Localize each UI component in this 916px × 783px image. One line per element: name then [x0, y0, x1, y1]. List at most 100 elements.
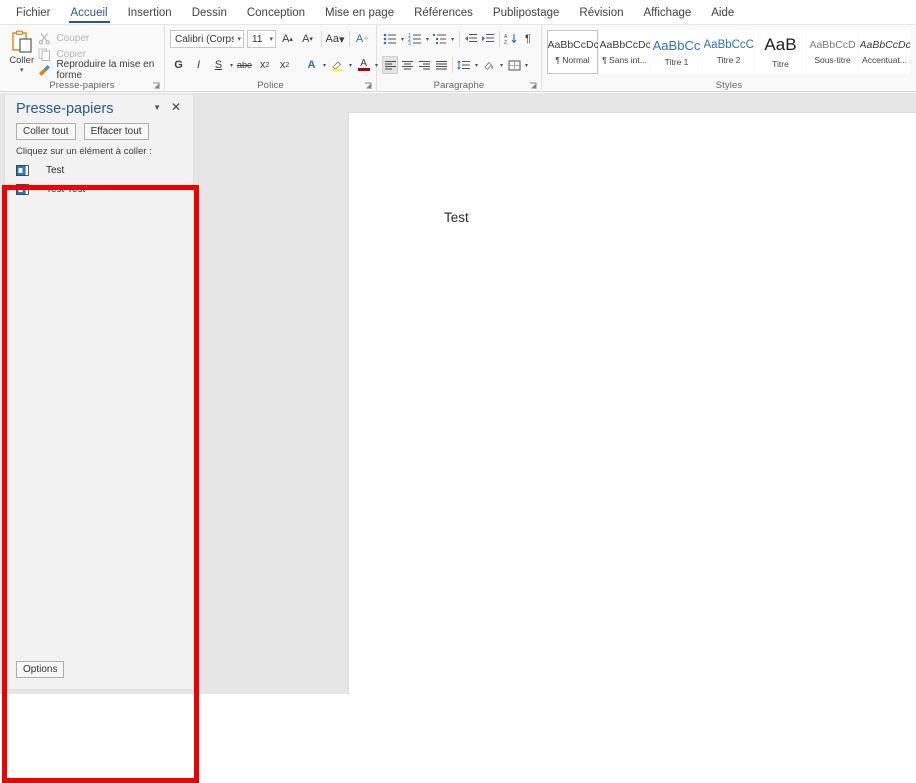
- clipboard-items-list: Test Test Test: [5, 161, 193, 199]
- italic-label: I: [196, 59, 201, 71]
- grow-font-label: A: [282, 33, 290, 45]
- align-right-button[interactable]: [416, 56, 432, 74]
- tab-revision[interactable]: Révision: [569, 4, 633, 24]
- font-name-combo[interactable]: Calibri (Corps) ▾: [170, 30, 244, 48]
- style-card-accentuation[interactable]: AaBbCcDc Accentuat...: [859, 30, 910, 74]
- clipboard-dialog-launcher-icon[interactable]: [152, 82, 161, 91]
- cut-button[interactable]: Couper: [38, 31, 159, 45]
- chevron-down-icon[interactable]: ▾: [20, 67, 24, 74]
- text-effects-button[interactable]: A: [303, 56, 320, 74]
- font-color-button[interactable]: A: [355, 56, 372, 74]
- formatting-marks-button[interactable]: ¶: [520, 30, 536, 48]
- tab-label: Conception: [246, 7, 306, 19]
- strikethrough-button[interactable]: abe: [236, 56, 253, 74]
- font-size-combo[interactable]: 11 ▾: [247, 30, 276, 48]
- tab-references[interactable]: Références: [404, 4, 483, 24]
- style-name: Sous-titre: [814, 55, 851, 65]
- paragraph-dialog-launcher-icon[interactable]: [529, 82, 538, 91]
- chevron-down-icon[interactable]: ▾: [523, 62, 530, 69]
- line-spacing-button[interactable]: [456, 56, 472, 74]
- style-name: Accentuat...: [862, 55, 907, 65]
- style-preview: AaBbCcC: [703, 39, 754, 51]
- style-preview: AaBbCcDc: [859, 39, 910, 51]
- tab-label: Références: [414, 7, 473, 19]
- sort-button[interactable]: AZ: [503, 30, 519, 48]
- list-item[interactable]: Test Test: [16, 180, 193, 199]
- text-effects-label: A: [307, 59, 316, 71]
- tab-fichier[interactable]: Fichier: [6, 4, 61, 24]
- highlight-button[interactable]: [329, 56, 346, 74]
- tab-insertion[interactable]: Insertion: [118, 4, 182, 24]
- chevron-down-icon[interactable]: ▾: [424, 36, 431, 43]
- style-card-titre-2[interactable]: AaBbCcC Titre 2: [703, 30, 754, 74]
- clear-all-label: Effacer tout: [90, 126, 142, 137]
- close-icon[interactable]: ✕: [171, 100, 181, 114]
- eraser-icon: ✧: [363, 36, 370, 43]
- options-button[interactable]: Options: [16, 661, 65, 678]
- underline-button[interactable]: S: [210, 56, 227, 74]
- tab-mise-en-page[interactable]: Mise en page: [315, 4, 404, 24]
- style-name: ¶ Normal: [555, 55, 590, 65]
- list-item[interactable]: Test: [16, 161, 193, 180]
- chevron-down-icon: ▾: [237, 36, 241, 43]
- paintbrush-icon: [38, 64, 51, 77]
- paste-all-button[interactable]: Coller tout: [16, 123, 76, 140]
- bold-button[interactable]: G: [170, 56, 187, 74]
- multilevel-list-button[interactable]: [432, 30, 448, 48]
- strikethrough-label: abe: [237, 60, 253, 70]
- style-card-titre[interactable]: AaB Titre: [755, 30, 806, 74]
- tab-label: Accueil: [70, 7, 108, 19]
- document-page[interactable]: Test: [348, 112, 916, 694]
- italic-button[interactable]: I: [190, 56, 207, 74]
- superscript-button[interactable]: x2: [276, 56, 293, 74]
- style-card-normal[interactable]: AaBbCcDc ¶ Normal: [547, 30, 598, 74]
- chevron-down-icon[interactable]: ▾: [399, 36, 406, 43]
- bullets-button[interactable]: [382, 30, 398, 48]
- chevron-down-icon: ▾: [338, 33, 345, 46]
- clear-formatting-button[interactable]: A ✧: [354, 30, 371, 48]
- change-case-button[interactable]: Aa ▾: [326, 30, 345, 48]
- divider: [348, 31, 349, 47]
- divider: [452, 57, 453, 73]
- font-size-value: 11: [252, 33, 263, 45]
- align-center-button[interactable]: [399, 56, 415, 74]
- tab-dessin[interactable]: Dessin: [182, 4, 237, 24]
- chevron-down-icon[interactable]: ▾: [498, 62, 505, 69]
- font-dialog-launcher-icon[interactable]: [364, 82, 373, 91]
- style-card-sous-titre[interactable]: AaBbCcD Sous-titre: [807, 30, 858, 74]
- increase-indent-button[interactable]: [480, 30, 496, 48]
- clipboard-item-icon: [16, 164, 30, 178]
- style-preview: AaBbCcDc: [547, 39, 598, 51]
- chevron-down-icon[interactable]: ▾: [473, 62, 480, 69]
- decrease-indent-button[interactable]: [463, 30, 479, 48]
- clear-all-button[interactable]: Effacer tout: [83, 123, 149, 140]
- style-card-titre-1[interactable]: AaBbCc Titre 1: [651, 30, 702, 74]
- chevron-down-icon[interactable]: ▾: [323, 62, 326, 69]
- task-pane-title: Presse-papiers: [16, 101, 114, 117]
- tab-aide[interactable]: Aide: [701, 4, 744, 24]
- tab-accueil[interactable]: Accueil: [61, 4, 118, 24]
- numbering-button[interactable]: 123: [407, 30, 423, 48]
- task-pane-hint: Cliquez sur un élément à coller :: [16, 146, 152, 157]
- style-card-sans-interligne[interactable]: AaBbCcDc ¶ Sans int...: [599, 30, 650, 74]
- grow-font-button[interactable]: A ▴: [279, 30, 296, 48]
- tab-affichage[interactable]: Affichage: [634, 4, 702, 24]
- format-painter-button[interactable]: Reproduire la mise en forme: [38, 59, 159, 81]
- align-left-button[interactable]: [382, 56, 398, 74]
- subscript-button[interactable]: x2: [256, 56, 273, 74]
- shading-button[interactable]: [481, 56, 497, 74]
- chevron-down-icon[interactable]: ▾: [449, 36, 456, 43]
- chevron-down-icon[interactable]: ▼: [153, 103, 161, 112]
- style-name: ¶ Sans int...: [602, 55, 647, 65]
- tab-publipostage[interactable]: Publipostage: [483, 4, 570, 24]
- justify-button[interactable]: [433, 56, 449, 74]
- ribbon-group-clipboard: Coller ▾ Couper Copier Reproduire la mis…: [0, 25, 165, 92]
- chevron-down-icon[interactable]: ▾: [349, 62, 352, 69]
- ribbon-group-font: Calibri (Corps) ▾ 11 ▾ A ▴ A ▾ Aa ▾ A ✧ G: [165, 25, 378, 92]
- tab-conception[interactable]: Conception: [237, 4, 315, 24]
- task-pane-header: Presse-papiers ▼ ✕: [5, 95, 193, 123]
- borders-button[interactable]: [506, 56, 522, 74]
- chevron-down-icon[interactable]: ▾: [230, 62, 233, 69]
- shrink-font-button[interactable]: A ▾: [299, 30, 316, 48]
- group-label-paragraph: Paragraphe: [433, 80, 485, 91]
